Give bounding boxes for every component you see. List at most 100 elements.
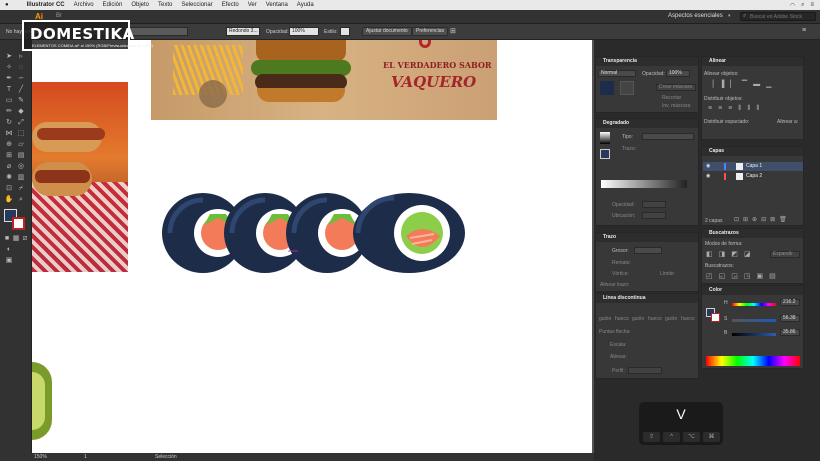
scale-icon[interactable]: ⤢ (16, 118, 26, 127)
menu-edicion[interactable]: Edición (103, 0, 123, 10)
brightness-input[interactable]: 35.86 (780, 329, 800, 336)
workspace-switcher[interactable]: Aspectos esenciales (668, 13, 723, 19)
stroke-weight-input[interactable] (634, 247, 662, 254)
slice-icon[interactable]: ⌿ (16, 184, 26, 193)
menu-archivo[interactable]: Archivo (74, 0, 94, 10)
arrange-icon[interactable]: ⊞ (450, 27, 456, 35)
gradient-type-select[interactable] (642, 133, 694, 140)
shape-builder-icon[interactable]: ⊕ (4, 140, 14, 149)
gradient-opacity-field[interactable] (642, 201, 666, 208)
layer-name[interactable]: Capa 2 (746, 173, 762, 179)
perspective-icon[interactable]: ▱ (16, 140, 26, 149)
layers-panel-title[interactable]: Capas (702, 147, 803, 156)
bridge-icon[interactable]: Br (56, 13, 62, 19)
dashed-line-title[interactable]: Línea discontinua (596, 294, 698, 303)
hand-tool-icon[interactable]: ✋ (4, 195, 14, 204)
apple-icon[interactable]: ● (5, 0, 9, 10)
artboard-tool-icon[interactable]: ⊡ (4, 184, 14, 193)
pathfinder-panel-title[interactable]: Buscatrazos (702, 229, 803, 238)
type-tool-icon[interactable]: T (4, 85, 14, 94)
opacity-input[interactable]: 100% (289, 27, 319, 36)
selection-tool-icon[interactable]: ➤ (4, 52, 14, 61)
layer-name[interactable]: Capa 1 (746, 163, 762, 169)
shape-mode-icons[interactable]: ◧◨◩◪ (706, 250, 756, 258)
lasso-icon[interactable]: ◌ (16, 63, 26, 72)
preferences-button[interactable]: Preferencias (412, 27, 449, 36)
menu-app-name[interactable]: Illustrator CC (27, 0, 65, 10)
sushi-roll-4[interactable] (353, 193, 465, 273)
line-tool-icon[interactable]: ╱ (16, 85, 26, 94)
gradient-location-field[interactable] (642, 212, 666, 219)
magic-wand-icon[interactable]: ✧ (4, 63, 14, 72)
stroke-panel-title[interactable]: Trazo (596, 233, 698, 242)
zoom-level[interactable]: 150% (34, 454, 47, 460)
layer-actions-icons[interactable]: ⊡⊞⊕⊟⊠🗑 (734, 216, 791, 223)
pen-tool-icon[interactable]: ✒ (4, 74, 14, 83)
free-transform-icon[interactable]: ⬚ (16, 129, 26, 138)
gradient-fill-swatch[interactable] (600, 149, 610, 159)
color-panel-title[interactable]: Color (702, 286, 803, 295)
invert-mask-checkbox[interactable]: Inv. máscara (662, 103, 690, 109)
color-stroke-swatch[interactable] (711, 313, 720, 322)
wifi-icon[interactable]: ◠ (790, 2, 795, 9)
saturation-slider[interactable] (732, 319, 776, 322)
eyedropper-icon[interactable]: ⌀ (4, 162, 14, 171)
saturation-input[interactable]: 56.38 (780, 315, 800, 322)
eye-icon[interactable]: ◉ (706, 163, 710, 169)
menu-ayuda[interactable]: Ayuda (297, 0, 314, 10)
eraser-icon[interactable]: ◆ (16, 107, 26, 116)
gradient-tool-icon[interactable]: ▤ (16, 151, 26, 160)
align-row-icons[interactable]: ▕▐▏▔▬▁ (708, 80, 778, 88)
menu-lines-icon[interactable]: ≡ (802, 27, 806, 34)
menu-ventana[interactable]: Ventana (266, 0, 288, 10)
hue-input[interactable]: 216.2 (780, 299, 800, 306)
adjust-document-button[interactable]: Ajustar documento (362, 27, 412, 36)
stroke-profile-select[interactable]: Redondo 3... (226, 27, 260, 36)
mesh-icon[interactable]: ⊞ (4, 151, 14, 160)
align-panel-title[interactable]: Alinear (702, 57, 803, 66)
direct-selection-tool-icon[interactable]: ▹ (16, 52, 26, 61)
transparency-panel-title[interactable]: Transparencia (596, 57, 698, 66)
pathfinder-icons[interactable]: ◰◱◲◳▣▤ (706, 272, 782, 280)
expand-button[interactable]: Expandir (770, 251, 800, 258)
opacity-field[interactable]: 100% (666, 70, 690, 77)
graph-tool-icon[interactable]: ▥ (16, 173, 26, 182)
hotdog-photo[interactable] (32, 82, 128, 272)
menu-objeto[interactable]: Objeto (131, 0, 149, 10)
zoom-tool-icon[interactable]: ⌕ (16, 195, 26, 204)
burger-banner[interactable]: EL VERDADERO SABOR VAQUERO (151, 40, 497, 120)
blend-icon[interactable]: ◎ (16, 162, 26, 171)
list-icon[interactable]: ≡ (810, 2, 814, 8)
variable-width-field[interactable] (128, 27, 188, 36)
rotate-icon[interactable]: ↻ (4, 118, 14, 127)
make-mask-button[interactable]: Crear máscara (656, 84, 696, 91)
menu-efecto[interactable]: Efecto (222, 0, 239, 10)
symbol-sprayer-icon[interactable]: ✺ (4, 173, 14, 182)
style-swatch[interactable] (340, 27, 350, 36)
stock-search-input[interactable]: ⌕ Buscar en Adobe Stock (740, 12, 816, 21)
draw-mode-icon[interactable]: ◐ (4, 245, 14, 254)
search-icon[interactable]: ⌕ (801, 2, 804, 9)
rectangle-tool-icon[interactable]: ▭ (4, 96, 14, 105)
hue-slider[interactable] (732, 303, 776, 306)
none-mode-icon[interactable]: ⧄ (20, 234, 30, 243)
clip-checkbox[interactable]: Recortar (662, 95, 681, 101)
pencil-icon[interactable]: ✏ (4, 107, 14, 116)
layer-row[interactable]: ◉ Capa 2 (703, 172, 803, 181)
brightness-slider[interactable] (732, 333, 776, 336)
artboard-canvas[interactable]: EL VERDADERO SABOR VAQUERO ancla (32, 40, 592, 453)
artboard-nav[interactable]: 1 (84, 454, 87, 460)
color-spectrum[interactable] (706, 356, 800, 366)
paintbrush-icon[interactable]: ✎ (16, 96, 26, 105)
screen-mode-icon[interactable]: ▣ (4, 256, 14, 265)
distribute-row-icons[interactable]: ≡≡≡⦀⦀⦀ (708, 105, 766, 113)
layer-row[interactable]: ◉ Capa 1 (703, 162, 803, 171)
avocado-illustration[interactable] (32, 362, 52, 440)
menu-texto[interactable]: Texto (158, 0, 172, 10)
gradient-preview[interactable] (600, 132, 610, 144)
sushi-rolls-artwork[interactable] (162, 192, 470, 274)
gradient-panel-title[interactable]: Degradado (596, 119, 698, 128)
blend-mode-select[interactable]: Normal (598, 70, 636, 77)
eye-icon[interactable]: ◉ (706, 173, 710, 179)
menu-seleccionar[interactable]: Seleccionar (181, 0, 212, 10)
